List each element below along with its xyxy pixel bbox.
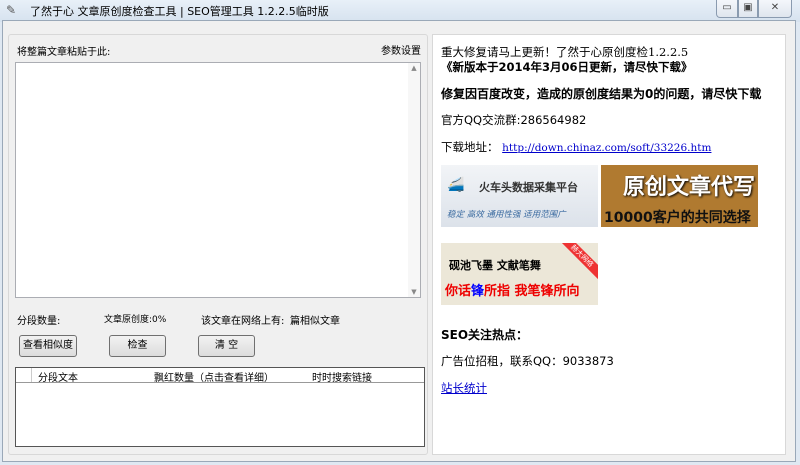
results-table[interactable]: 分段文本 飘红数量（点击查看详细） 时时搜索链接 [15, 367, 425, 447]
table-header: 分段文本 飘红数量（点击查看详细） 时时搜索链接 [16, 368, 424, 384]
ad-writing[interactable]: 原创文章代写 10000客户的共同选择 [601, 165, 758, 227]
maximize-button[interactable]: ▣ [738, 0, 758, 18]
input-panel: 将整篇文章粘贴于此: 参数设置 ▲ ▼ 分段数量: 文章原创度:0% 该文章在网络… [8, 34, 428, 455]
version-note: 《新版本于2014年3月06日更新，请尽快下载》 [441, 60, 693, 74]
client-area: 将整篇文章粘贴于此: 参数设置 ▲ ▼ 分段数量: 文章原创度:0% 该文章在网络… [2, 20, 796, 462]
seo-heading: SEO关注热点： [441, 328, 529, 342]
download-link[interactable]: http://down.chinaz.com/soft/33226.htm [502, 142, 711, 154]
similar-suffix: 篇相似文章 [290, 316, 340, 327]
window-title: 了然于心 文章原创度检查工具 | SEO管理工具 1.2.2.5临时版 [30, 5, 329, 18]
update-notice: 重大修复请马上更新！了然于心原创度检1.2.2.5 [441, 45, 689, 59]
ad-rent-text: 广告位招租，联系QQ：9033873 [441, 354, 614, 368]
ad-locomotive[interactable]: 🚄 火车头数据采集平台 稳定 高效 通用性强 适用范围广 [441, 165, 598, 227]
title-bar[interactable]: ✎ 了然于心 文章原创度检查工具 | SEO管理工具 1.2.2.5临时版 ▭ … [0, 0, 800, 22]
ad-ribbon: 赫大网络 [557, 243, 598, 281]
clear-button[interactable]: 清 空 [198, 335, 255, 357]
stats-link[interactable]: 站长统计 [441, 380, 487, 396]
ad-title: 砚池飞墨 文献笔舞 [449, 259, 541, 272]
column-segment-text[interactable]: 分段文本 [38, 369, 78, 384]
qq-group: 官方QQ交流群:286564982 [441, 113, 587, 127]
column-search-link[interactable]: 时时搜索链接 [312, 369, 372, 384]
ad-pen[interactable]: 砚池飞墨 文献笔舞 你话锋所指 我笔锋所向 赫大网络 [441, 243, 598, 305]
download-label: 下载地址： [441, 140, 499, 154]
similar-label: 该文章在网络上有: [201, 316, 285, 327]
column-red-count[interactable]: 飘红数量（点击查看详细） [154, 369, 274, 384]
view-similarity-button[interactable]: 查看相似度 [19, 335, 77, 357]
originality-label: 文章原创度:0% [104, 315, 167, 325]
fix-note: 修复因百度改变，造成的原创度结果为0的问题，请尽快下载 [441, 87, 762, 101]
ad-sub: 10000客户的共同选择 [604, 210, 751, 226]
ad-sub: 锋 [471, 284, 485, 299]
ad-sub: 所指 我笔锋所向 [484, 284, 580, 299]
ad-title: 原创文章代写 [623, 175, 756, 200]
train-icon: 🚄 [447, 177, 465, 193]
ad-sub: 稳定 高效 通用性强 适用范围广 [447, 210, 566, 220]
ad-title: 火车头数据采集平台 [479, 181, 578, 194]
app-icon: ✎ [6, 3, 17, 17]
settings-link[interactable]: 参数设置 [381, 42, 421, 57]
paste-label: 将整篇文章粘贴于此: [17, 47, 111, 58]
segment-count-label: 分段数量: [17, 316, 61, 327]
vertical-scrollbar[interactable]: ▲ ▼ [408, 63, 420, 297]
check-button[interactable]: 检查 [109, 335, 166, 357]
close-button[interactable]: ✕ [758, 0, 792, 18]
article-textarea[interactable]: ▲ ▼ [15, 62, 421, 298]
info-panel: 重大修复请马上更新！了然于心原创度检1.2.2.5 《新版本于2014年3月06… [432, 34, 786, 455]
ad-sub: 你话 [445, 284, 472, 299]
minimize-button[interactable]: ▭ [716, 0, 738, 18]
